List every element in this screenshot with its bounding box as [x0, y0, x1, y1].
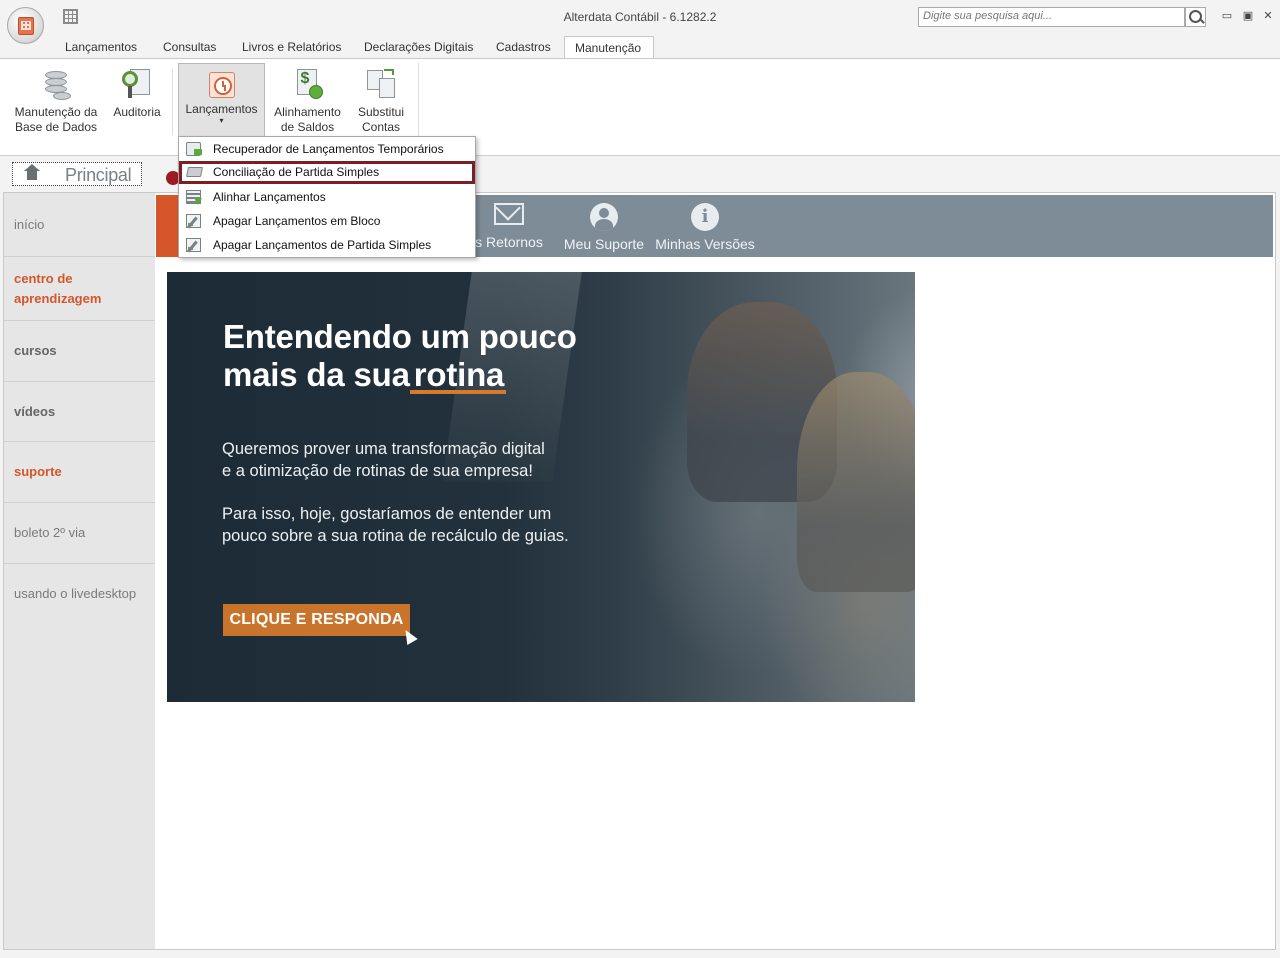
button-label: Base de Dados [14, 120, 98, 134]
auditoria-button[interactable]: Auditoria [108, 63, 166, 137]
button-label: Lançamentos [185, 102, 258, 116]
button-label: Alinhamento [274, 105, 341, 119]
edit-icon [186, 214, 201, 228]
button-label: Substitui [357, 105, 405, 119]
sidebar: início centro de aprendizagem cursos víd… [4, 193, 155, 949]
substitui-contas-button[interactable]: Substitui Contas [350, 63, 412, 137]
tab-consultas[interactable]: Consultas [155, 36, 224, 59]
tab-cadastros[interactable]: Cadastros [488, 36, 559, 59]
button-label: Contas [361, 120, 401, 134]
sidebar-item-boleto[interactable]: boleto 2º via [4, 503, 155, 564]
ribbon-separator [418, 63, 419, 137]
accent-strip [156, 195, 178, 257]
alinhamento-saldos-button[interactable]: $ Alinhamento de Saldos [270, 63, 345, 137]
envelope-icon [494, 203, 524, 225]
recover-icon [186, 142, 202, 156]
menu-item-conciliacao[interactable]: Conciliação de Partida Simples [179, 161, 475, 184]
minimize-button[interactable]: ▭ [1220, 10, 1234, 22]
clock-icon [208, 72, 235, 98]
close-button[interactable]: ✕ [1261, 10, 1275, 22]
tab-principal[interactable]: Principal [12, 162, 142, 186]
clique-responda-button[interactable]: CLIQUE E RESPONDA [223, 604, 410, 636]
survey-banner[interactable]: Entendendo um pouco mais da sua rotina Qu… [167, 272, 915, 702]
lancamentos-dropdown-menu: Recuperador de Lançamentos Temporários C… [178, 136, 476, 258]
ribbon-separator [172, 69, 173, 135]
tab-manutencao[interactable]: Manutenção [564, 36, 654, 59]
banner-paragraph: Queremos prover uma transformação digita… [222, 440, 545, 480]
sidebar-item-suporte[interactable]: suporte [4, 442, 155, 503]
application-menu-button[interactable] [7, 7, 44, 44]
button-label: Auditoria [113, 105, 161, 119]
home-icon [24, 164, 40, 181]
ribbon-tabs: Lançamentos Consultas Livros e Relatório… [0, 36, 1280, 59]
search-icon[interactable] [1185, 7, 1206, 27]
topbar-item-meu-suporte[interactable]: Meu Suporte [562, 203, 646, 252]
search-input[interactable]: Digite sua pesquisa aqui... [918, 7, 1185, 27]
topbar-item-minhas-versoes[interactable]: i Minhas Versões [654, 203, 756, 252]
menu-item-recuperador[interactable]: Recuperador de Lançamentos Temporários [179, 138, 475, 160]
tab-declaracoes-digitais[interactable]: Declarações Digitais [356, 36, 481, 59]
magnifier-document-icon [120, 67, 154, 101]
sidebar-item-videos[interactable]: vídeos [4, 382, 155, 442]
menu-item-apagar-bloco[interactable]: Apagar Lançamentos em Bloco [179, 210, 475, 232]
chevron-down-icon: ▾ [219, 116, 224, 125]
topbar-item-retornos[interactable]: s Retornos [474, 203, 544, 250]
dollar-check-icon: $ [291, 67, 325, 101]
sidebar-item-centro-aprendizagem[interactable]: centro de aprendizagem [4, 257, 155, 321]
button-label: Manutenção da [14, 105, 98, 119]
database-icon [39, 67, 73, 101]
swap-documents-icon [364, 67, 398, 101]
banner-paragraph: Para isso, hoje, gostaríamos de entender… [222, 505, 569, 545]
manutencao-base-dados-button[interactable]: Manutenção da Base de Dados [10, 63, 102, 137]
title-bar: Alterdata Contábil - 6.1282.2 Digite sua… [0, 0, 1280, 44]
tab-label: Principal [65, 165, 132, 185]
sidebar-item-inicio[interactable]: início [4, 193, 155, 257]
banner-title: Entendendo um pouco mais da sua rotina [223, 318, 577, 394]
lancamentos-dropdown-button[interactable]: Lançamentos ▾ [178, 63, 265, 137]
align-icon [186, 190, 202, 205]
sidebar-item-cursos[interactable]: cursos [4, 321, 155, 382]
calculator-icon [18, 17, 34, 35]
button-label: de Saldos [280, 120, 335, 134]
tab-lancamentos[interactable]: Lançamentos [57, 36, 145, 59]
user-icon [590, 203, 618, 231]
folder-icon [185, 167, 204, 177]
info-icon: i [691, 203, 719, 231]
restore-button[interactable]: ▣ [1241, 10, 1255, 22]
banner-photo-person [797, 372, 915, 592]
menu-item-alinhar[interactable]: Alinhar Lançamentos [179, 186, 475, 208]
sidebar-item-livedesktop[interactable]: usando o livedesktop [4, 564, 155, 624]
edit-icon [186, 238, 201, 252]
tab-livros-relatorios[interactable]: Livros e Relatórios [234, 36, 349, 59]
menu-item-apagar-partida-simples[interactable]: Apagar Lançamentos de Partida Simples [179, 234, 475, 256]
